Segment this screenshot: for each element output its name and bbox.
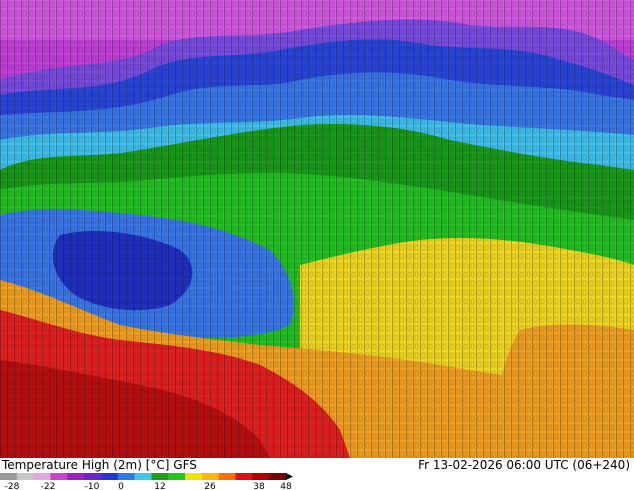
color-scale-tick-label: -28	[5, 482, 20, 490]
color-scale-swatch	[269, 473, 287, 480]
color-scale-swatch	[16, 473, 35, 480]
map-digits-overlay	[0, 0, 634, 458]
color-scale-tick-label: 48	[280, 482, 292, 490]
color-scale-swatch	[134, 473, 152, 480]
map-title: Temperature High (2m) [°C] GFS	[2, 458, 197, 472]
color-scale-swatch	[100, 473, 119, 480]
color-scale-swatch	[252, 473, 270, 480]
color-scale-tick-label: 38	[253, 482, 265, 490]
color-scale: -28 -22 -10 0 12 26 38 48	[0, 473, 293, 490]
color-scale-swatch	[151, 473, 169, 480]
color-scale-swatch	[0, 473, 18, 480]
color-scale-swatch	[84, 473, 102, 480]
color-scale-arrow	[286, 473, 293, 480]
color-scale-tick-label: 12	[154, 482, 165, 490]
color-scale-swatch	[168, 473, 186, 480]
color-scale-swatch	[185, 473, 203, 480]
map-footer: Temperature High (2m) [°C] GFS Fr 13-02-…	[0, 458, 634, 490]
color-scale-swatch	[33, 473, 51, 480]
color-scale-swatch	[201, 473, 220, 480]
color-scale-swatch	[50, 473, 68, 480]
color-scale-swatch	[67, 473, 85, 480]
temperature-map	[0, 0, 634, 458]
color-scale-swatch	[235, 473, 253, 480]
color-scale-swatch	[218, 473, 237, 480]
color-scale-swatch	[117, 473, 136, 480]
color-scale-tick-label: 26	[204, 482, 216, 490]
color-scale-tick-label: -10	[85, 482, 100, 490]
color-scale-tick-label: -22	[41, 482, 56, 490]
color-scale-tick-label: 0	[118, 482, 124, 490]
run-info: Fr 13-02-2026 06:00 UTC (06+240)	[418, 458, 630, 472]
temperature-map-svg	[0, 0, 634, 458]
